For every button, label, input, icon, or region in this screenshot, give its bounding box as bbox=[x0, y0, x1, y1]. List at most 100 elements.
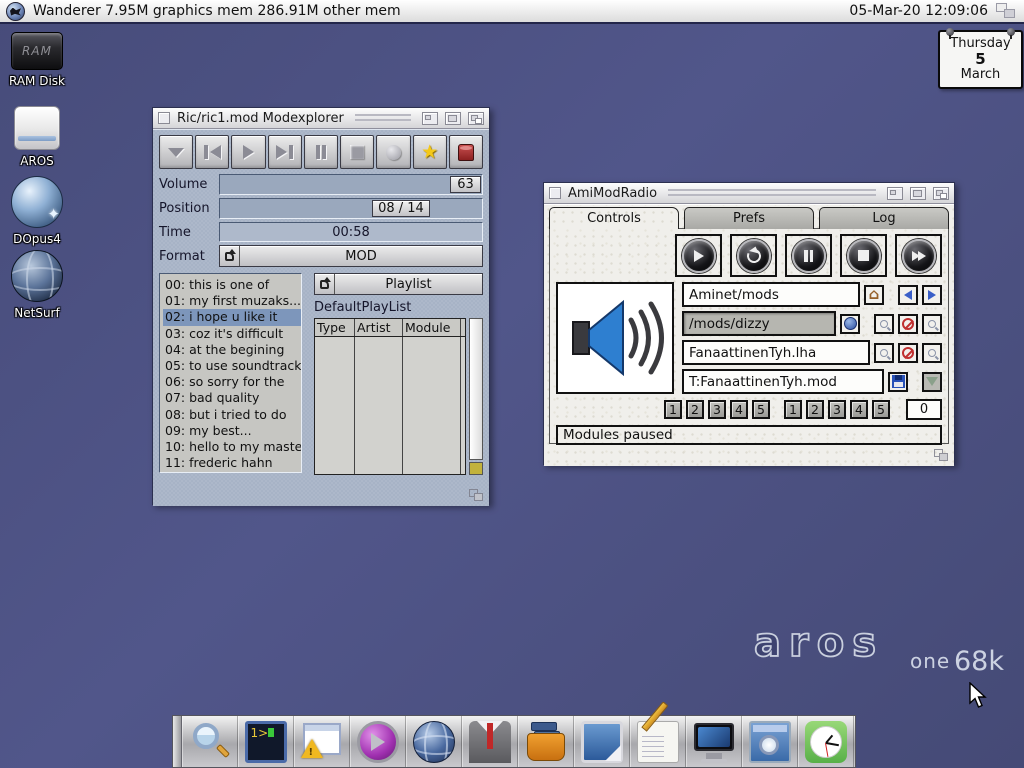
depth-gadget-icon[interactable] bbox=[933, 187, 949, 200]
dock-item-search[interactable] bbox=[182, 716, 238, 767]
zoom-gadget-icon[interactable] bbox=[910, 187, 926, 200]
scrollbar-end-button[interactable] bbox=[469, 462, 483, 475]
next-button[interactable] bbox=[268, 135, 302, 169]
close-icon[interactable] bbox=[158, 112, 170, 124]
rating-button-3[interactable]: 3 bbox=[828, 400, 846, 419]
song-row[interactable]: 11: frederic hahn bbox=[163, 455, 301, 471]
dock-handle[interactable] bbox=[173, 716, 182, 767]
save-button[interactable] bbox=[888, 372, 908, 392]
rating-button-4[interactable]: 4 bbox=[730, 400, 748, 419]
previous-button[interactable] bbox=[195, 135, 229, 169]
trash-button[interactable] bbox=[449, 135, 483, 169]
home-button[interactable]: ⌂ bbox=[864, 285, 884, 305]
dock-item-archiver[interactable] bbox=[518, 716, 574, 767]
iconify-icon[interactable] bbox=[887, 187, 903, 200]
tab-controls[interactable]: Controls bbox=[549, 207, 679, 229]
song-row[interactable]: 01: my first muzaks... bbox=[163, 293, 301, 309]
playlist-column-header[interactable]: Module bbox=[403, 319, 461, 336]
close-icon[interactable] bbox=[549, 187, 561, 199]
desktop-icon-ramdisk[interactable]: RAM RAM Disk bbox=[2, 32, 72, 88]
aminet-path-field[interactable]: Aminet/mods bbox=[682, 282, 860, 307]
search-archive-button-2[interactable] bbox=[922, 343, 942, 363]
song-row[interactable]: 08: but i tried to do bbox=[163, 407, 301, 423]
stop-button[interactable] bbox=[340, 135, 374, 169]
dock-item-shell[interactable]: 1> bbox=[238, 716, 294, 767]
tab-prefs[interactable]: Prefs bbox=[684, 207, 814, 229]
web-button[interactable] bbox=[840, 314, 860, 334]
playlist-scrollbar[interactable] bbox=[469, 318, 483, 475]
song-row[interactable]: 06: so sorry for the bbox=[163, 374, 301, 390]
block-dir-button[interactable] bbox=[898, 314, 918, 334]
iconify-icon[interactable] bbox=[422, 112, 438, 125]
rating-button-3[interactable]: 3 bbox=[708, 400, 726, 419]
song-row[interactable]: 02: i hope u like it bbox=[163, 309, 301, 325]
search-archive-button[interactable] bbox=[874, 343, 894, 363]
dock-item-text-editor[interactable] bbox=[630, 716, 686, 767]
play-button[interactable] bbox=[675, 234, 722, 277]
song-row[interactable]: 04: at the begining bbox=[163, 342, 301, 358]
play-button[interactable] bbox=[231, 135, 265, 169]
record-button[interactable] bbox=[376, 135, 410, 169]
screen-depth-gadget-icon[interactable] bbox=[996, 3, 1018, 19]
rating-button-2[interactable]: 2 bbox=[806, 400, 824, 419]
song-row[interactable]: 05: to use soundtrack bbox=[163, 358, 301, 374]
resize-icon[interactable] bbox=[469, 489, 485, 503]
favorite-button[interactable]: ★ bbox=[413, 135, 447, 169]
eject-button[interactable] bbox=[159, 135, 193, 169]
volume-slider[interactable]: 63 bbox=[219, 174, 483, 195]
titlebar-drag-area[interactable] bbox=[668, 189, 876, 198]
song-row[interactable]: 09: my best... bbox=[163, 423, 301, 439]
song-row[interactable]: 10: hello to my maste bbox=[163, 439, 301, 455]
desktop-icon-netsurf[interactable]: NetSurf bbox=[2, 250, 72, 320]
playlist-column-header[interactable]: Type bbox=[315, 319, 355, 336]
rating-button-1[interactable]: 1 bbox=[664, 400, 682, 419]
depth-gadget-icon[interactable] bbox=[468, 112, 484, 125]
dock-item-theme-prefs[interactable] bbox=[574, 716, 630, 767]
desktop-icon-dopus4[interactable]: DOpus4 bbox=[2, 176, 72, 246]
module-field[interactable]: T:FanaattinenTyh.mod bbox=[682, 369, 884, 394]
dock-item-clock[interactable] bbox=[798, 716, 854, 767]
search-dir-button[interactable] bbox=[874, 314, 894, 334]
block-archive-button[interactable] bbox=[898, 343, 918, 363]
fast-forward-button[interactable] bbox=[895, 234, 942, 277]
calendar-widget[interactable]: Thursday 5 March bbox=[938, 30, 1023, 89]
dock-item-alert-window[interactable]: ! bbox=[294, 716, 350, 767]
desktop-icon-aros[interactable]: AROS bbox=[2, 106, 72, 168]
zoom-gadget-icon[interactable] bbox=[445, 112, 461, 125]
repeat-button[interactable] bbox=[730, 234, 777, 277]
rating-button-5[interactable]: 5 bbox=[752, 400, 770, 419]
pause-button[interactable] bbox=[785, 234, 832, 277]
playlist-cycle-button[interactable]: Playlist bbox=[314, 273, 483, 295]
dock-item-viewer[interactable] bbox=[742, 716, 798, 767]
amimodradio-titlebar[interactable]: AmiModRadio bbox=[544, 183, 954, 204]
song-list[interactable]: 00: this is one of01: my first muzaks...… bbox=[159, 273, 302, 473]
back-button[interactable] bbox=[898, 285, 918, 305]
tab-log[interactable]: Log bbox=[819, 207, 949, 229]
position-slider[interactable]: 08 / 14 bbox=[219, 198, 483, 219]
pause-button[interactable] bbox=[304, 135, 338, 169]
resize-icon[interactable] bbox=[934, 449, 950, 463]
search-dir-button-2[interactable] bbox=[922, 314, 942, 334]
song-row[interactable]: 07: bad quality bbox=[163, 390, 301, 406]
scrollbar-thumb[interactable] bbox=[469, 318, 483, 460]
position-knob[interactable]: 08 / 14 bbox=[372, 200, 430, 217]
song-row[interactable]: 00: this is one of bbox=[163, 277, 301, 293]
dock-item-media-player[interactable] bbox=[350, 716, 406, 767]
dock-item-suit[interactable] bbox=[462, 716, 518, 767]
rating-button-5[interactable]: 5 bbox=[872, 400, 890, 419]
rating-button-1[interactable]: 1 bbox=[784, 400, 802, 419]
format-cycle-button[interactable]: MOD bbox=[219, 245, 483, 267]
mods-dir-field[interactable]: /mods/dizzy bbox=[682, 311, 836, 336]
playlist-table[interactable]: TypeArtistModule bbox=[314, 318, 466, 475]
rating-button-4[interactable]: 4 bbox=[850, 400, 868, 419]
playlist-column-header[interactable]: Artist bbox=[355, 319, 403, 336]
song-row[interactable]: 03: coz it's difficult bbox=[163, 326, 301, 342]
dock-item-web-browser[interactable] bbox=[406, 716, 462, 767]
modexplorer-titlebar[interactable]: Ric/ric1.mod Modexplorer bbox=[153, 108, 489, 129]
titlebar-drag-area[interactable] bbox=[355, 114, 411, 123]
dock-item-display[interactable] bbox=[686, 716, 742, 767]
download-button[interactable] bbox=[922, 372, 942, 392]
archive-field[interactable]: FanaattinenTyh.lha bbox=[682, 340, 870, 365]
forward-button[interactable] bbox=[922, 285, 942, 305]
volume-knob[interactable]: 63 bbox=[450, 176, 481, 193]
